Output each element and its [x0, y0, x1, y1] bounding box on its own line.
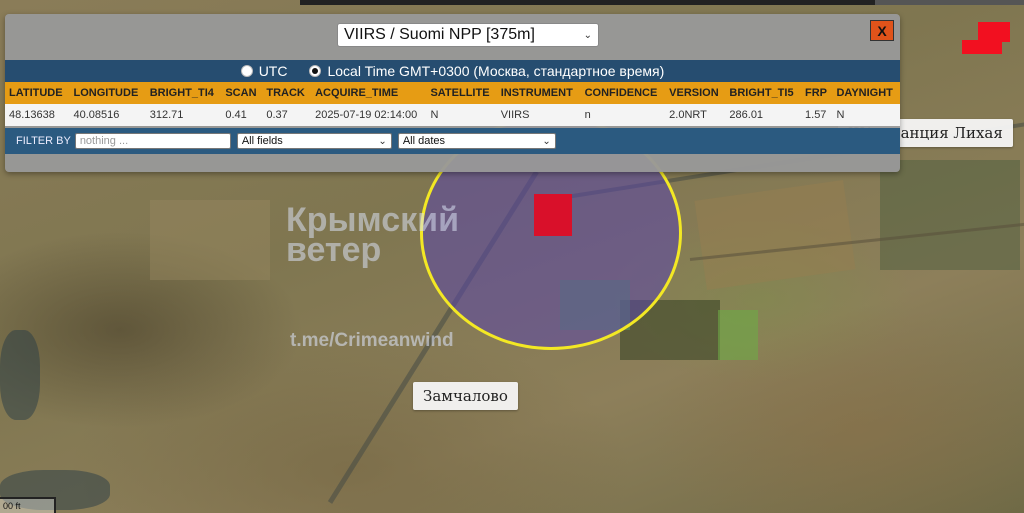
col-header[interactable]: ACQUIRE_TIME — [311, 82, 427, 104]
filter-bar: FILTER BY nothing ... All fields ⌄ All d… — [5, 128, 900, 154]
col-header[interactable]: LONGITUDE — [69, 82, 146, 104]
filter-input-placeholder: nothing ... — [79, 135, 129, 147]
fire-hotspot-marker-edge[interactable] — [978, 22, 1010, 42]
table-cell: VIIRS — [496, 104, 581, 126]
col-header[interactable]: BRIGHT_TI5 — [725, 82, 802, 104]
table-cell: 312.71 — [145, 104, 222, 126]
radio-utc[interactable] — [240, 65, 253, 77]
field-patch — [880, 160, 1020, 270]
fire-hotspot-marker[interactable] — [534, 194, 572, 236]
filter-fields-value: All fields — [241, 135, 283, 147]
col-header[interactable]: LATITUDE — [5, 82, 70, 104]
col-header[interactable]: DAYNIGHT — [832, 82, 900, 104]
table-cell: N — [832, 104, 900, 126]
watermark-channel: t.me/Crimeanwind — [290, 330, 454, 351]
table-cell: 286.01 — [725, 104, 802, 126]
col-header[interactable]: VERSION — [665, 82, 726, 104]
chevron-down-icon: ⌄ — [542, 135, 551, 147]
table-cell: 40.08516 — [69, 104, 146, 126]
table-cell: 0.41 — [221, 104, 263, 126]
time-mode-bar: UTC Local Time GMT+0300 (Москва, стандар… — [5, 60, 900, 82]
table-header-row: LATITUDE LONGITUDE BRIGHT_TI4 SCAN TRACK… — [5, 82, 900, 104]
col-header[interactable]: TRACK — [262, 82, 312, 104]
river — [0, 330, 40, 420]
col-header[interactable]: CONFIDENCE — [580, 82, 666, 104]
source-select-value: VIIRS / Suomi NPP [375m] — [344, 26, 535, 43]
table-row[interactable]: 48.13638 40.08516 312.71 0.41 0.37 2025-… — [5, 104, 900, 126]
col-header[interactable]: BRIGHT_TI4 — [145, 82, 222, 104]
filter-dates-select[interactable]: All dates ⌄ — [397, 133, 556, 149]
radio-local-time[interactable] — [309, 65, 322, 77]
col-header[interactable]: FRP — [801, 82, 833, 104]
table-cell: n — [580, 104, 666, 126]
field-patch — [150, 200, 270, 280]
filter-fields-select[interactable]: All fields ⌄ — [236, 133, 392, 149]
field-patch — [718, 310, 758, 360]
filter-label: FILTER BY — [16, 135, 71, 147]
watermark-logo: Крымский ветер — [286, 201, 459, 269]
col-header[interactable]: SCAN — [221, 82, 263, 104]
filter-input[interactable]: nothing ... — [74, 133, 231, 149]
fire-hotspot-marker-edge[interactable] — [962, 40, 1002, 54]
fire-info-popup: VIIRS / Suomi NPP [375m] ⌄ X UTC Local T… — [5, 14, 900, 172]
radio-utc-label[interactable]: UTC — [259, 63, 288, 79]
fire-data-table: LATITUDE LONGITUDE BRIGHT_TI4 SCAN TRACK… — [5, 82, 900, 126]
table-cell: 2025-07-19 02:14:00 — [311, 104, 427, 126]
close-button[interactable]: X — [870, 20, 894, 41]
col-header[interactable]: SATELLITE — [426, 82, 497, 104]
place-label-village[interactable]: Замчалово — [413, 382, 518, 410]
radio-local-time-label[interactable]: Local Time GMT+0300 (Москва, стандартное… — [327, 63, 664, 79]
map-top-strip-right — [875, 0, 1024, 5]
table-cell: N — [426, 104, 497, 126]
table-cell: 2.0NRT — [665, 104, 726, 126]
filter-dates-value: All dates — [402, 135, 446, 147]
field-patch — [694, 179, 856, 291]
chevron-down-icon: ⌄ — [583, 29, 592, 41]
chevron-down-icon: ⌄ — [378, 135, 387, 147]
table-cell: 1.57 — [801, 104, 833, 126]
map-scale: 00 ft — [0, 497, 56, 513]
source-select[interactable]: VIIRS / Suomi NPP [375m] ⌄ — [337, 23, 599, 47]
table-cell: 0.37 — [262, 104, 312, 126]
col-header[interactable]: INSTRUMENT — [496, 82, 581, 104]
table-cell: 48.13638 — [5, 104, 70, 126]
